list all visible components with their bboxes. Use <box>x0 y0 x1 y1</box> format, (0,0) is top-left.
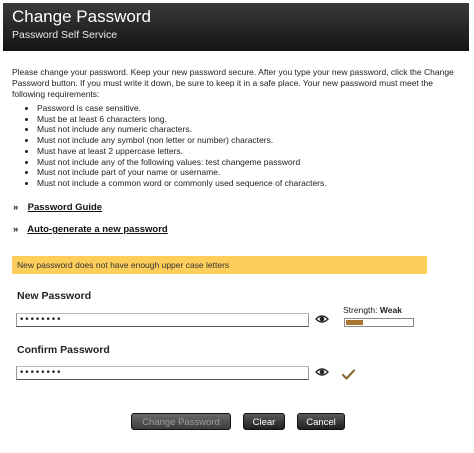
confirm-password-label: Confirm Password <box>17 344 110 356</box>
intro-text: Please change your password. Keep your n… <box>12 67 454 99</box>
check-icon <box>342 369 355 380</box>
cancel-button[interactable]: Cancel <box>297 413 345 430</box>
eye-icon[interactable] <box>315 367 329 377</box>
eye-icon[interactable] <box>315 314 329 324</box>
requirement-item: Must not include any of the following va… <box>37 157 327 168</box>
requirement-item: Must not include a common word or common… <box>37 178 327 189</box>
strength-label: Strength: <box>343 305 378 315</box>
change-password-button[interactable]: Change Password <box>131 413 231 430</box>
requirement-item: Must not include any numeric characters. <box>37 124 327 135</box>
confirm-password-input[interactable]: •••••••• <box>16 366 309 380</box>
strength-indicator: Strength: Weak <box>343 305 402 315</box>
chevron-right-icon: » <box>13 202 19 213</box>
page-subtitle: Password Self Service <box>12 29 118 41</box>
password-self-service-page: Change Password Password Self Service Pl… <box>3 3 469 443</box>
password-guide-row: » Password Guide <box>13 202 102 213</box>
auto-generate-link[interactable]: Auto-generate a new password <box>27 224 167 235</box>
requirement-item: Must not include part of your name or us… <box>37 167 327 178</box>
requirement-item: Must be at least 6 characters long. <box>37 114 327 125</box>
new-password-label: New Password <box>17 290 92 302</box>
auto-generate-row: » Auto-generate a new password <box>13 224 168 235</box>
strength-value: Weak <box>379 305 402 315</box>
strength-meter <box>344 318 414 327</box>
password-guide-link[interactable]: Password Guide <box>28 202 102 213</box>
clear-button[interactable]: Clear <box>243 413 285 430</box>
chevron-right-icon: » <box>13 224 19 235</box>
requirement-item: Password is case sensitive. <box>37 103 327 114</box>
requirements-list: Password is case sensitive. Must be at l… <box>23 103 327 189</box>
requirement-item: Must not include any symbol (non letter … <box>37 135 327 146</box>
page-header: Change Password Password Self Service <box>3 3 469 51</box>
strength-meter-fill <box>346 320 363 325</box>
page-title: Change Password <box>12 7 151 26</box>
validation-alert: New password does not have enough upper … <box>12 256 427 274</box>
new-password-input[interactable]: •••••••• <box>16 313 309 327</box>
requirement-item: Must have at least 2 uppercase letters. <box>37 146 327 157</box>
